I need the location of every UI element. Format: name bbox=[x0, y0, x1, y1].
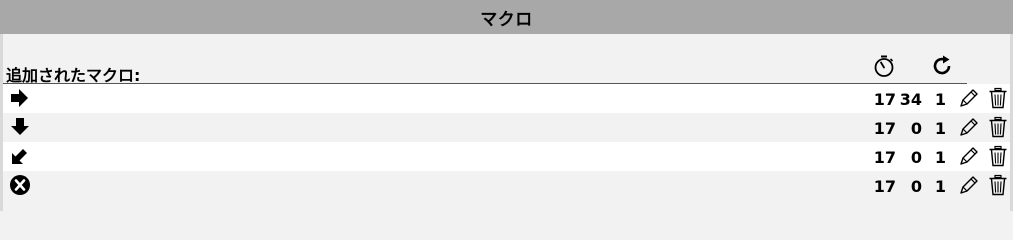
macro-value-a: 17 bbox=[873, 177, 896, 196]
macro-row: 17 34 1 bbox=[3, 84, 1010, 113]
macro-list: 17 34 1 17 0 1 17 0 1 17 0 1 bbox=[3, 84, 1010, 200]
macro-value-b: 0 bbox=[910, 177, 922, 196]
delete-icon[interactable] bbox=[987, 174, 1009, 196]
macro-row: 17 0 1 bbox=[3, 171, 1010, 200]
window-title: マクロ bbox=[480, 9, 533, 30]
window-titlebar: マクロ bbox=[0, 0, 1013, 34]
x-circle-icon bbox=[10, 175, 30, 195]
delete-icon[interactable] bbox=[987, 116, 1009, 138]
macro-value-b: 0 bbox=[910, 148, 922, 167]
macro-value-c: 1 bbox=[934, 177, 946, 196]
arrow-right-icon bbox=[11, 89, 28, 107]
macro-row: 17 0 1 bbox=[3, 142, 1010, 171]
macro-value-c: 1 bbox=[934, 90, 946, 109]
macro-value-b: 34 bbox=[899, 90, 922, 109]
edit-icon[interactable] bbox=[958, 116, 980, 138]
macro-row: 17 0 1 bbox=[3, 113, 1010, 142]
macro-list-header: 追加されたマクロ: bbox=[0, 52, 1013, 85]
arrow-down-left-icon bbox=[12, 149, 27, 164]
arrow-down-icon bbox=[11, 118, 29, 135]
macro-value-c: 1 bbox=[934, 148, 946, 167]
delete-icon[interactable] bbox=[987, 145, 1009, 167]
edit-icon[interactable] bbox=[958, 145, 980, 167]
repeat-icon bbox=[933, 55, 951, 75]
edit-icon[interactable] bbox=[958, 87, 980, 109]
macro-value-b: 0 bbox=[910, 119, 922, 138]
delete-icon[interactable] bbox=[987, 87, 1009, 109]
timer-icon bbox=[874, 55, 894, 77]
macro-value-a: 17 bbox=[873, 119, 896, 138]
macro-value-a: 17 bbox=[873, 90, 896, 109]
macro-value-c: 1 bbox=[934, 119, 946, 138]
edit-icon[interactable] bbox=[958, 174, 980, 196]
macro-value-a: 17 bbox=[873, 148, 896, 167]
